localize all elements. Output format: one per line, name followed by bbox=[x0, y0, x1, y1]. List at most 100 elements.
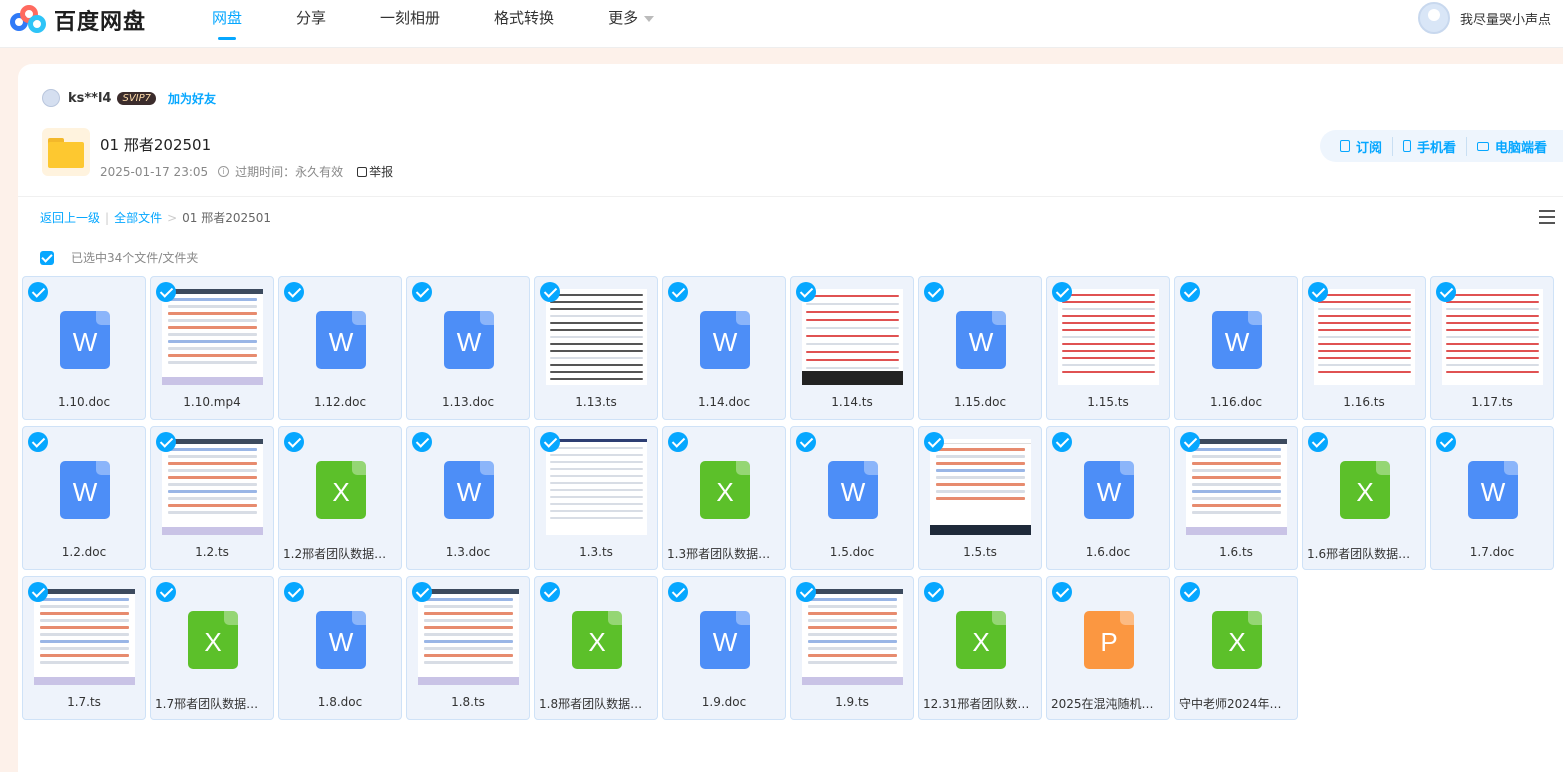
report-button[interactable]: 举报 bbox=[357, 163, 393, 180]
file-tile[interactable]: X 1.6邢者团队数据汇总.xlsx bbox=[1302, 426, 1426, 570]
file-checkbox[interactable] bbox=[156, 432, 176, 452]
nav-item-netdisk[interactable]: 网盘 bbox=[190, 0, 264, 40]
file-checkbox[interactable] bbox=[1308, 432, 1328, 452]
file-checkbox[interactable] bbox=[668, 432, 688, 452]
file-tile[interactable]: X 守中老师2024年策略.xlsx bbox=[1174, 576, 1298, 720]
file-tile[interactable]: 1.3.ts bbox=[534, 426, 658, 570]
nav-item-share[interactable]: 分享 bbox=[274, 0, 348, 40]
file-checkbox[interactable] bbox=[796, 582, 816, 602]
subscribe-button[interactable]: 订阅 bbox=[1330, 137, 1392, 156]
expire-label: 过期时间： bbox=[235, 165, 296, 179]
file-tile[interactable]: P 2025在混沌随机中寻找确定性.pptx bbox=[1046, 576, 1170, 720]
folder-title: 01 邢者202501 bbox=[100, 136, 212, 154]
file-checkbox[interactable] bbox=[540, 282, 560, 302]
baidu-netdisk-logo[interactable]: 百度网盘 bbox=[8, 2, 146, 38]
file-checkbox[interactable] bbox=[668, 282, 688, 302]
file-checkbox[interactable] bbox=[28, 582, 48, 602]
file-tile[interactable]: 1.2.ts bbox=[150, 426, 274, 570]
file-tile[interactable]: 1.14.ts bbox=[790, 276, 914, 420]
file-tile[interactable]: 1.17.ts bbox=[1430, 276, 1554, 420]
file-checkbox[interactable] bbox=[540, 432, 560, 452]
file-checkbox[interactable] bbox=[1052, 582, 1072, 602]
add-friend-button[interactable]: 加为好友 bbox=[168, 90, 216, 107]
file-tile[interactable]: X 12.31邢者团队数据汇总.xlsx bbox=[918, 576, 1042, 720]
list-view-icon[interactable] bbox=[1539, 210, 1555, 224]
file-checkbox[interactable] bbox=[540, 582, 560, 602]
file-tile[interactable]: W 1.3.doc bbox=[406, 426, 530, 570]
file-tile[interactable]: W 1.15.doc bbox=[918, 276, 1042, 420]
file-tile[interactable]: 1.10.mp4 bbox=[150, 276, 274, 420]
breadcrumb-back[interactable]: 返回上一级 bbox=[40, 209, 100, 226]
file-tile[interactable]: W 1.16.doc bbox=[1174, 276, 1298, 420]
file-tile[interactable]: W 1.5.doc bbox=[790, 426, 914, 570]
info-icon[interactable]: i bbox=[218, 166, 230, 177]
file-tile[interactable]: W 1.9.doc bbox=[662, 576, 786, 720]
file-checkbox[interactable] bbox=[412, 282, 432, 302]
expire-value: 永久有效 bbox=[295, 165, 344, 179]
file-checkbox[interactable] bbox=[284, 582, 304, 602]
excel-icon: X bbox=[572, 611, 622, 669]
file-tile[interactable]: 1.9.ts bbox=[790, 576, 914, 720]
sharer-info: ks**l4 SVIP7 加为好友 bbox=[42, 88, 216, 108]
subscribe-label: 订阅 bbox=[1355, 140, 1382, 156]
nav-item-album[interactable]: 一刻相册 bbox=[358, 0, 462, 40]
file-tile[interactable]: 1.7.ts bbox=[22, 576, 146, 720]
mobile-view-button[interactable]: 手机看 bbox=[1391, 136, 1466, 156]
file-tile[interactable]: 1.13.ts bbox=[534, 276, 658, 420]
user-menu[interactable]: 我尽量哭小声点 bbox=[1417, 2, 1551, 34]
file-tile[interactable]: W 1.14.doc bbox=[662, 276, 786, 420]
file-tile[interactable]: 1.5.ts bbox=[918, 426, 1042, 570]
breadcrumb-all-files[interactable]: 全部文件 bbox=[114, 209, 162, 226]
file-tile[interactable]: X 1.3邢者团队数据汇总.xlsx bbox=[662, 426, 786, 570]
file-checkbox[interactable] bbox=[924, 582, 944, 602]
user-name: 我尽量哭小声点 bbox=[1459, 12, 1551, 28]
breadcrumb: 返回上一级 | 全部文件 > 01 邢者202501 bbox=[40, 209, 271, 226]
file-name: 12.31邢者团队数据汇总.xlsx bbox=[923, 697, 1037, 711]
file-tile[interactable]: W 1.8.doc bbox=[278, 576, 402, 720]
file-tile[interactable]: W 1.7.doc bbox=[1430, 426, 1554, 570]
file-checkbox[interactable] bbox=[284, 432, 304, 452]
pc-view-button[interactable]: 电脑端看 bbox=[1465, 136, 1557, 156]
file-checkbox[interactable] bbox=[1180, 282, 1200, 302]
pc-label: 电脑端看 bbox=[1494, 140, 1547, 156]
file-tile[interactable]: W 1.13.doc bbox=[406, 276, 530, 420]
nav-item-more[interactable]: 更多 bbox=[586, 0, 676, 40]
file-tile[interactable]: X 1.2邢者团队数据汇总.xlsx bbox=[278, 426, 402, 570]
file-tile[interactable]: W 1.6.doc bbox=[1046, 426, 1170, 570]
word-icon: W bbox=[700, 311, 750, 369]
file-tile[interactable]: W 1.2.doc bbox=[22, 426, 146, 570]
file-tile[interactable]: 1.8.ts bbox=[406, 576, 530, 720]
file-checkbox[interactable] bbox=[412, 582, 432, 602]
file-checkbox[interactable] bbox=[28, 432, 48, 452]
monitor-icon bbox=[1476, 141, 1489, 151]
file-name: 1.5.ts bbox=[963, 545, 997, 559]
file-tile[interactable]: W 1.12.doc bbox=[278, 276, 402, 420]
file-tile[interactable]: 1.15.ts bbox=[1046, 276, 1170, 420]
file-checkbox[interactable] bbox=[156, 282, 176, 302]
file-checkbox[interactable] bbox=[1052, 282, 1072, 302]
file-checkbox[interactable] bbox=[796, 432, 816, 452]
file-checkbox[interactable] bbox=[796, 282, 816, 302]
file-checkbox[interactable] bbox=[156, 582, 176, 602]
file-checkbox[interactable] bbox=[412, 432, 432, 452]
file-checkbox[interactable] bbox=[924, 282, 944, 302]
file-checkbox[interactable] bbox=[1436, 432, 1456, 452]
file-checkbox[interactable] bbox=[1436, 282, 1456, 302]
file-checkbox[interactable] bbox=[284, 282, 304, 302]
file-tile[interactable]: 1.6.ts bbox=[1174, 426, 1298, 570]
file-checkbox[interactable] bbox=[1180, 582, 1200, 602]
file-checkbox[interactable] bbox=[28, 282, 48, 302]
file-checkbox[interactable] bbox=[668, 582, 688, 602]
nav-item-format-convert[interactable]: 格式转换 bbox=[472, 0, 576, 40]
file-checkbox[interactable] bbox=[1180, 432, 1200, 452]
select-all-checkbox[interactable] bbox=[40, 250, 54, 265]
file-checkbox[interactable] bbox=[1052, 432, 1072, 452]
file-tile[interactable]: W 1.10.doc bbox=[22, 276, 146, 420]
video-thumbnail bbox=[1186, 439, 1287, 535]
video-thumbnail bbox=[418, 589, 519, 685]
file-tile[interactable]: X 1.7邢者团队数据汇总.xlsx bbox=[150, 576, 274, 720]
file-tile[interactable]: X 1.8邢者团队数据汇总.xlsx bbox=[534, 576, 658, 720]
file-checkbox[interactable] bbox=[1308, 282, 1328, 302]
file-checkbox[interactable] bbox=[924, 432, 944, 452]
file-tile[interactable]: 1.16.ts bbox=[1302, 276, 1426, 420]
